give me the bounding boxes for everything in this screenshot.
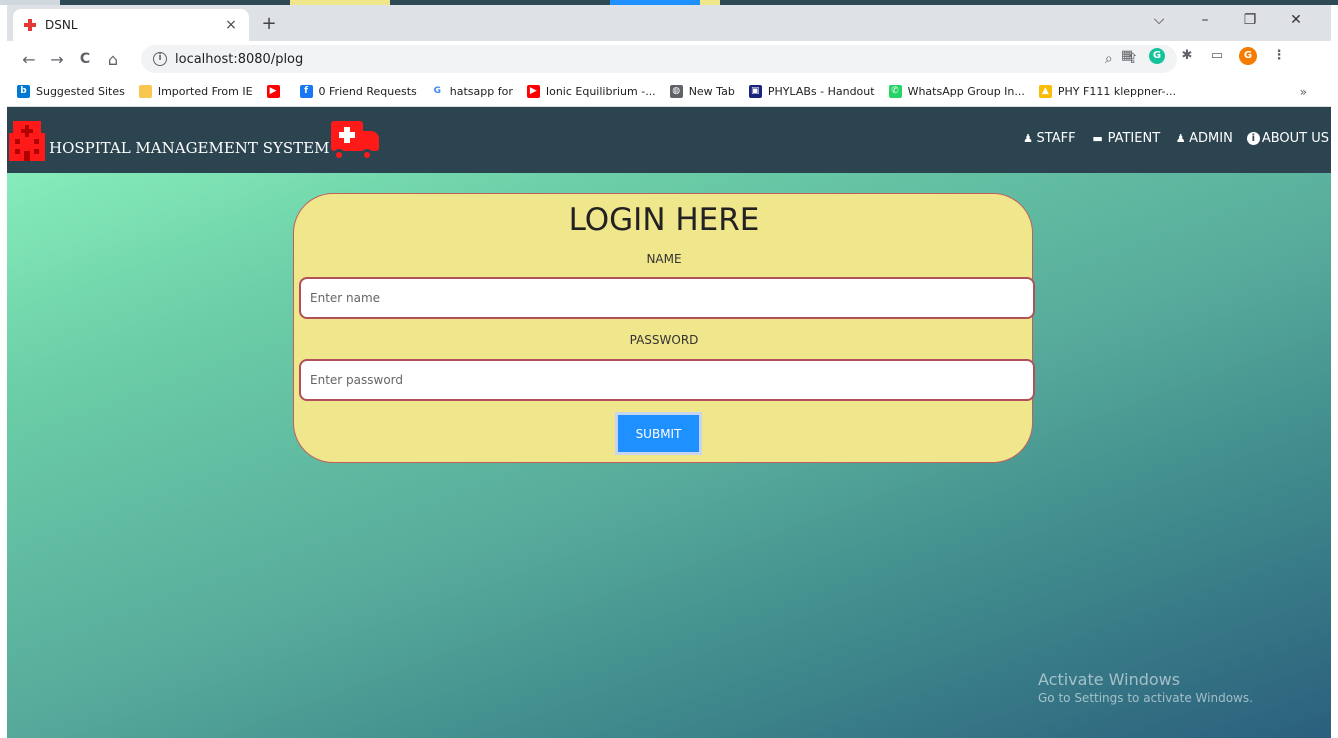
back-icon[interactable]: ←	[15, 50, 43, 69]
brand-title: HOSPITAL MANAGEMENT SYSTEM	[49, 139, 330, 157]
password-label: PASSWORD	[629, 333, 699, 347]
nav-patient-label: PATIENT	[1107, 131, 1161, 146]
browser-tab[interactable]: DSNL ×	[13, 9, 249, 41]
bookmark-label: 0 Friend Requests	[318, 85, 417, 98]
name-input[interactable]	[299, 277, 1035, 319]
bing-icon: b	[17, 85, 30, 98]
extensions-area: ▦ G ✱ ▭ G ⋮	[1119, 47, 1287, 65]
name-label: NAME	[646, 252, 682, 266]
nav-admin[interactable]: ♟ ADMIN	[1174, 131, 1233, 146]
bed-icon: ▬	[1092, 132, 1103, 145]
close-window-button[interactable]: ✕	[1286, 12, 1306, 28]
zoom-icon[interactable]: ⌕	[1105, 51, 1113, 67]
nav-staff-label: STAFF	[1036, 131, 1076, 146]
bookmark-item[interactable]: ✆ WhatsApp Group In...	[888, 85, 1025, 98]
nav-staff[interactable]: ♟ STAFF	[1022, 131, 1076, 146]
bookmark-label: Suggested Sites	[36, 85, 125, 98]
youtube-icon: ▶	[526, 85, 540, 98]
info-icon: i	[1246, 132, 1260, 145]
page-viewport: HOSPITAL MANAGEMENT SYSTEM ♟ STAFF ▬ PAT…	[7, 107, 1331, 738]
grammarly-icon[interactable]: G	[1149, 48, 1165, 64]
login-title: LOGIN HERE	[568, 202, 760, 238]
bookmark-item[interactable]: f 0 Friend Requests	[299, 85, 417, 98]
facebook-icon: f	[299, 85, 313, 98]
bookmark-label: Ionic Equilibrium -...	[545, 85, 656, 98]
bookmark-label: PHY F111 kleppner-...	[1057, 85, 1177, 98]
profile-avatar[interactable]: G	[1239, 47, 1257, 65]
bookmark-item[interactable]: ▶	[266, 85, 286, 98]
home-icon[interactable]: ⌂	[99, 50, 127, 69]
activate-windows-watermark: Activate Windows Go to Settings to activ…	[1038, 670, 1253, 705]
brand[interactable]: HOSPITAL MANAGEMENT SYSTEM	[9, 117, 383, 161]
bookmark-label: hatsapp for	[449, 85, 513, 98]
watermark-subtitle: Go to Settings to activate Windows.	[1038, 691, 1253, 705]
watermark-title: Activate Windows	[1038, 670, 1181, 689]
youtube-icon: ▶	[266, 85, 280, 98]
bookmark-item[interactable]: ▶ Ionic Equilibrium -...	[526, 85, 656, 98]
tab-strip: DSNL × + ⌵ – ❐ ✕	[7, 5, 1331, 41]
screen-edge-left	[0, 0, 7, 738]
login-card: LOGIN HERE NAME PASSWORD SUBMIT	[293, 193, 1035, 463]
drive-icon: ▲	[1038, 85, 1052, 98]
hospital-icon	[9, 117, 45, 161]
bookmark-item[interactable]: Imported From IE	[138, 85, 253, 98]
nav-about-label: ABOUT US	[1261, 131, 1329, 146]
tab-close-icon[interactable]: ×	[223, 17, 239, 33]
side-panel-icon[interactable]: ▭	[1209, 48, 1225, 64]
whatsapp-icon: ✆	[888, 85, 902, 98]
site-navbar: HOSPITAL MANAGEMENT SYSTEM ♟ STAFF ▬ PAT…	[7, 107, 1331, 173]
ambulance-icon	[331, 119, 383, 163]
site-info-icon[interactable]: i	[153, 52, 167, 66]
bookmark-item[interactable]: Ghatsapp for	[430, 85, 513, 98]
bookmark-label: PHYLABs - Handout	[767, 85, 875, 98]
browser-menu-icon[interactable]: ⋮	[1271, 48, 1287, 64]
minimize-button[interactable]: –	[1195, 12, 1215, 28]
folder-icon	[138, 85, 152, 98]
forward-icon[interactable]: →	[43, 50, 71, 69]
site-nav-links: ♟ STAFF ▬ PATIENT ♟ ADMIN i ABOUT US	[1022, 131, 1329, 146]
red-cross-icon	[23, 18, 37, 32]
submit-button[interactable]: SUBMIT	[615, 412, 702, 455]
user-icon: ♟	[1175, 132, 1186, 145]
bookmark-label: New Tab	[688, 85, 735, 98]
browser-chrome: DSNL × + ⌵ – ❐ ✕ ← → C ⌂ i localhost:808…	[7, 5, 1331, 107]
tab-search-icon[interactable]: ⌵	[1149, 12, 1169, 28]
bookmark-item[interactable]: b Suggested Sites	[17, 85, 125, 98]
restore-button[interactable]: ❐	[1240, 12, 1260, 28]
extensions-puzzle-icon[interactable]: ✱	[1179, 48, 1195, 64]
nav-about-us[interactable]: i ABOUT US	[1246, 131, 1329, 146]
nav-patient[interactable]: ▬ PATIENT	[1090, 131, 1161, 146]
bookmark-item[interactable]: ▲ PHY F111 kleppner-...	[1038, 85, 1177, 98]
screen-edge-right	[1331, 0, 1338, 738]
nav-admin-label: ADMIN	[1189, 131, 1233, 146]
address-bar[interactable]: i localhost:8080/plog ⌕ ⇪ ☆	[141, 45, 1177, 73]
password-input[interactable]	[299, 359, 1035, 401]
extension-calculator-icon[interactable]: ▦	[1119, 48, 1135, 64]
reload-icon[interactable]: C	[71, 51, 99, 67]
bookmark-label: Imported From IE	[157, 85, 253, 98]
bookmark-item[interactable]: ▣ PHYLABs - Handout	[748, 85, 875, 98]
tab-title: DSNL	[45, 18, 78, 32]
url-text: localhost:8080/plog	[175, 51, 304, 67]
google-icon: G	[430, 85, 444, 98]
new-tab-button[interactable]: +	[259, 13, 279, 34]
user-icon: ♟	[1023, 132, 1033, 145]
bits-logo-icon: ▣	[748, 85, 762, 98]
bookmark-label: WhatsApp Group In...	[907, 85, 1025, 98]
globe-icon: ◍	[669, 85, 683, 98]
bookmarks-bar: b Suggested Sites Imported From IE ▶ f 0 Frie…	[7, 77, 1331, 107]
bookmark-item[interactable]: ◍ New Tab	[669, 85, 735, 98]
bookmarks-overflow-icon[interactable]: »	[1300, 85, 1307, 99]
